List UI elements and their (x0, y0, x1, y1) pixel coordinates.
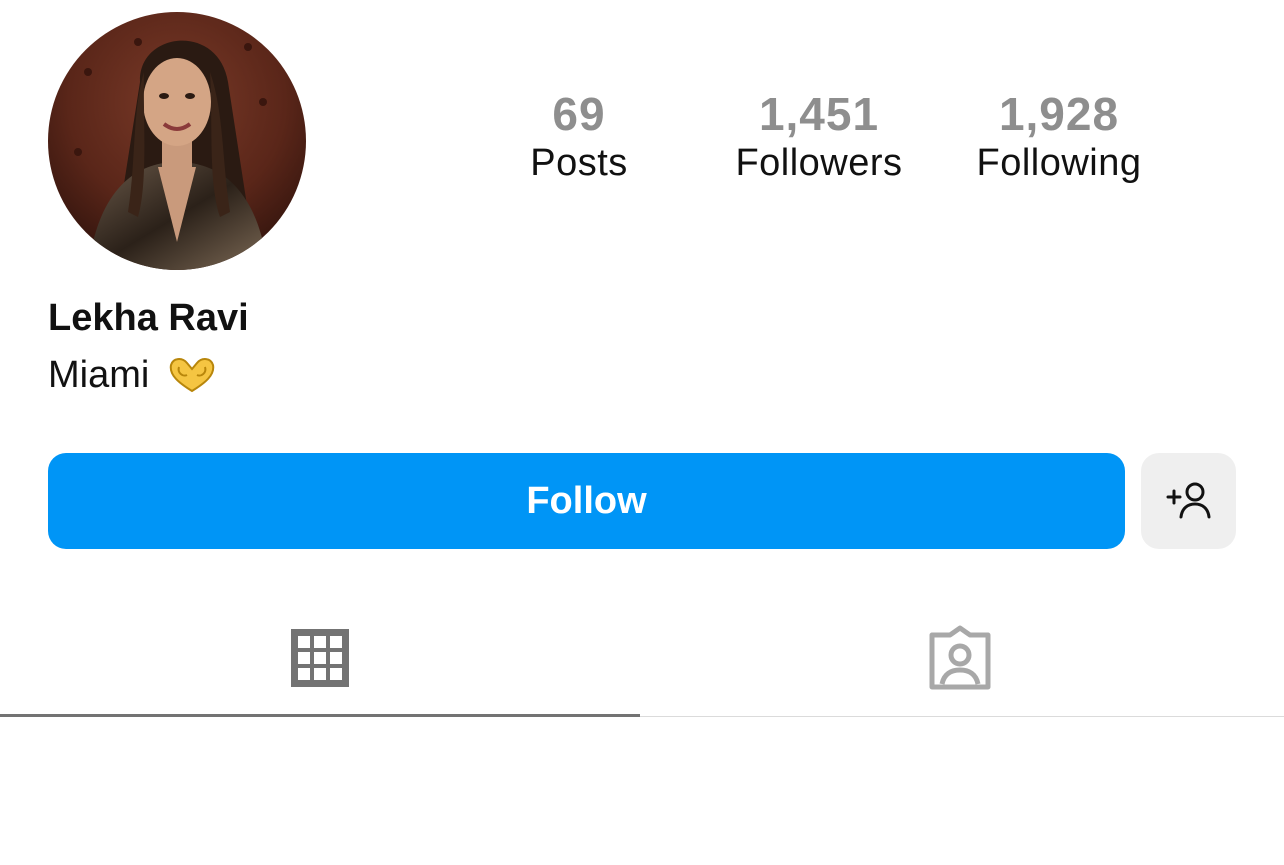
heart-hands-emoji (170, 358, 215, 393)
posts-label: Posts (530, 142, 628, 184)
grid-icon (291, 629, 349, 687)
tab-tagged[interactable] (640, 600, 1280, 716)
active-tab-indicator (0, 714, 640, 717)
following-label: Following (976, 142, 1142, 184)
profile-bio: Miami (48, 350, 219, 400)
posts-count: 69 (552, 88, 606, 140)
followers-stat[interactable]: 1,451 Followers (699, 88, 939, 186)
add-person-icon (1166, 482, 1210, 519)
posts-stat: 69 Posts (459, 88, 699, 186)
followers-count: 1,451 (758, 88, 880, 140)
followers-label: Followers (735, 142, 903, 184)
tab-posts-grid[interactable] (0, 600, 640, 716)
avatar[interactable] (48, 12, 306, 270)
following-count: 1,928 (998, 88, 1120, 140)
profile-photo (48, 12, 306, 270)
bio-text: Miami (48, 354, 150, 396)
suggest-people-button[interactable] (1141, 453, 1236, 549)
profile-name: Lekha Ravi (48, 297, 249, 339)
tagged-person-icon (929, 625, 991, 690)
follow-button[interactable]: Follow (48, 453, 1125, 549)
following-stat[interactable]: 1,928 Following (939, 88, 1179, 186)
tab-divider (640, 716, 1284, 717)
